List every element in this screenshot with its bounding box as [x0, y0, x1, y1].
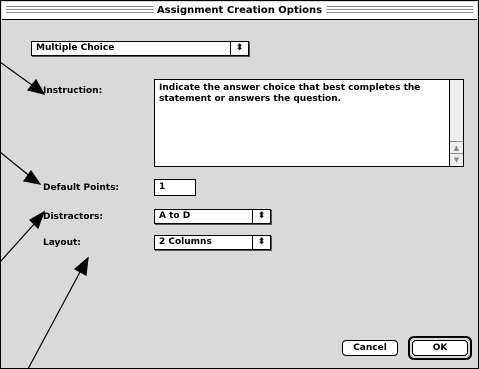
callout-arrows: [0, 61, 89, 369]
callout-arrow-distractors: [0, 221, 37, 263]
callout-arrowhead-layout: [73, 256, 89, 276]
callout-arrow-instruction: [0, 61, 37, 89]
callout-arrowhead-instruction: [26, 78, 46, 95]
callout-arrow-default-points: [0, 151, 33, 179]
callout-arrow-layout: [27, 271, 81, 369]
